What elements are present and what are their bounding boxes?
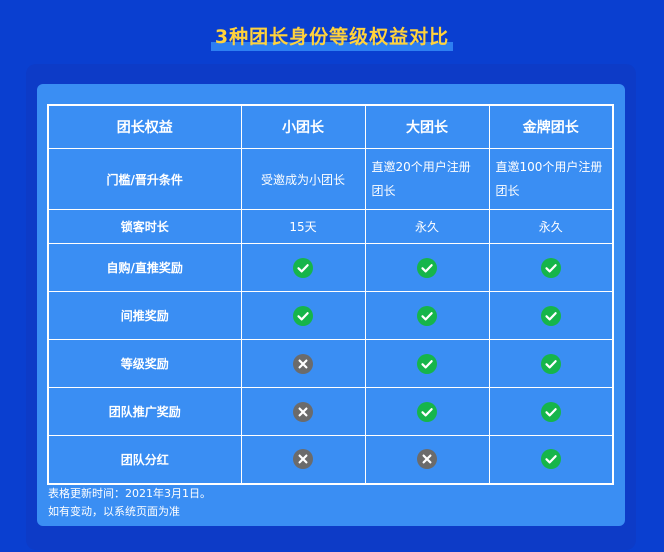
header-benefit: 团长权益 (47, 104, 242, 149)
table-cell: 15天 (240, 209, 366, 244)
row-label: 门槛/晋升条件 (47, 148, 242, 210)
table-cell: 永久 (364, 209, 490, 244)
row-label: 团队推广奖励 (47, 387, 242, 436)
table-row: 门槛/晋升条件 受邀成为小团长 直邀20个用户注册团长 直邀100个用户注册团长 (47, 148, 614, 210)
title-wrap: 3种团长身份等级权益对比 (0, 22, 664, 51)
table-cell (364, 387, 490, 436)
check-icon (417, 401, 437, 422)
table-cell: 直邀100个用户注册团长 (488, 148, 614, 210)
disclaimer-note: 如有变动，以系统页面为准 (48, 505, 180, 518)
table-cell (488, 291, 614, 340)
check-icon (417, 257, 437, 278)
check-icon (540, 257, 561, 278)
table-cell: 永久 (488, 209, 614, 244)
table-cell (240, 243, 366, 292)
check-icon (540, 449, 561, 470)
table-cell (364, 339, 490, 388)
table-cell: 受邀成为小团长 (240, 148, 366, 210)
page-title: 3种团长身份等级权益对比 (210, 22, 454, 51)
row-label: 锁客时长 (47, 209, 242, 244)
table-row: 团队推广奖励 (47, 387, 614, 436)
table-row: 间推奖励 (47, 291, 614, 340)
table-cell (240, 339, 366, 388)
table-cell (240, 291, 366, 340)
header-big-leader: 大团长 (364, 104, 490, 149)
check-icon (417, 305, 437, 326)
check-icon (293, 305, 313, 326)
check-icon (293, 257, 313, 278)
table-cell (488, 339, 614, 388)
comparison-table: 团长权益 小团长 大团长 金牌团长 门槛/晋升条件 受邀成为小团长 直邀20个用… (47, 104, 614, 485)
table-cell (488, 387, 614, 436)
table-cell (488, 243, 614, 292)
cross-icon (293, 401, 313, 422)
table-cell (364, 291, 490, 340)
table-cell (364, 243, 490, 292)
update-time-note: 表格更新时间：2021年3月1日。 (48, 487, 211, 500)
row-label: 间推奖励 (47, 291, 242, 340)
table-row: 锁客时长 15天 永久 永久 (47, 209, 614, 244)
cross-icon (293, 449, 313, 470)
check-icon (540, 401, 561, 422)
table-cell: 直邀20个用户注册团长 (364, 148, 490, 210)
row-label: 自购/直推奖励 (47, 243, 242, 292)
row-label: 团队分红 (47, 435, 242, 484)
check-icon (540, 353, 561, 374)
table-cell (364, 435, 490, 484)
table-row: 自购/直推奖励 (47, 243, 614, 292)
header-gold-leader: 金牌团长 (488, 104, 614, 149)
cross-icon (417, 449, 437, 470)
check-icon (540, 305, 561, 326)
row-label: 等级奖励 (47, 339, 242, 388)
cross-icon (293, 353, 313, 374)
table-cell (240, 387, 366, 436)
table-row: 等级奖励 (47, 339, 614, 388)
table-cell (488, 435, 614, 484)
table-row: 团队分红 (47, 435, 614, 484)
table-header-row: 团长权益 小团长 大团长 金牌团长 (47, 104, 614, 149)
table-cell (240, 435, 366, 484)
check-icon (417, 353, 437, 374)
header-small-leader: 小团长 (240, 104, 366, 149)
